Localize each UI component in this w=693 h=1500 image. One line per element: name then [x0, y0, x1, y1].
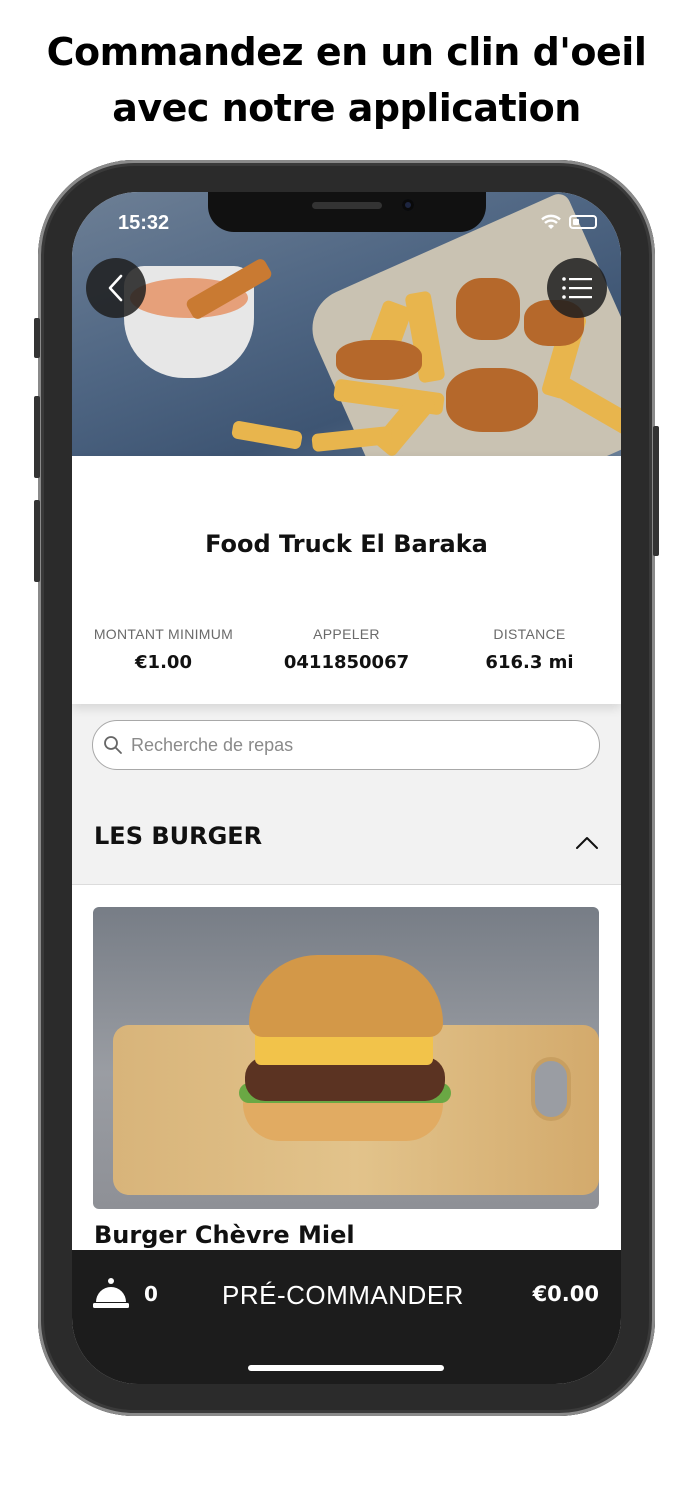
speaker [312, 202, 382, 209]
cart-count: 0 [144, 1282, 158, 1306]
promo-line-1: Commandez en un clin d'oeil [46, 30, 647, 74]
fry [230, 420, 304, 450]
stat-value: €1.00 [135, 652, 192, 673]
power-button [653, 426, 659, 556]
stat-minimum-amount: MONTANT MINIMUM €1.00 [72, 626, 255, 673]
promo-line-2: avec notre application [112, 86, 581, 130]
bottom-order-bar: 0 PRÉ-COMMANDER €0.00 [72, 1250, 621, 1384]
hero-image: 15:32 [72, 192, 621, 456]
back-button[interactable] [86, 258, 146, 318]
menu-button[interactable] [547, 258, 607, 318]
chevron-left-icon [108, 274, 123, 302]
promo-headline: Commandez en un clin d'oeil avec notre a… [0, 24, 693, 136]
category-title: LES BURGER [94, 822, 263, 850]
restaurant-stats: MONTANT MINIMUM €1.00 APPELER 0411850067… [72, 626, 621, 673]
menu-item-list: Burger Chèvre Miel [72, 885, 621, 1285]
restaurant-name: Food Truck El Baraka [205, 530, 488, 558]
stat-label: MONTANT MINIMUM [93, 626, 234, 642]
bun-top [249, 955, 443, 1037]
notch [208, 192, 486, 232]
wifi-icon [541, 214, 561, 229]
stat-call[interactable]: APPELER 0411850067 [255, 626, 438, 673]
home-indicator[interactable] [248, 1365, 444, 1371]
status-time: 15:32 [118, 212, 170, 234]
chicken-piece [446, 368, 538, 432]
hamburger-menu-icon [562, 277, 592, 299]
chicken-piece [336, 340, 422, 380]
search-bar[interactable] [92, 720, 600, 770]
burger-image[interactable] [93, 907, 599, 1209]
chevron-up-icon[interactable] [575, 836, 599, 850]
stat-label: APPELER [313, 626, 380, 642]
service-bell-icon[interactable] [92, 1276, 130, 1310]
search-icon [104, 736, 122, 754]
stat-label: DISTANCE [493, 626, 566, 642]
restaurant-info-card: Food Truck El Baraka MONTANT MINIMUM €1.… [72, 456, 621, 704]
battery-icon [569, 215, 597, 229]
camera [402, 199, 414, 211]
volume-up-button [34, 396, 40, 478]
mute-switch [34, 318, 40, 358]
board-handle [531, 1057, 571, 1121]
volume-down-button [34, 500, 40, 582]
phone-number-link[interactable]: 0411850067 [255, 652, 438, 673]
status-icons [541, 214, 597, 230]
category-header-burger[interactable]: LES BURGER [72, 800, 621, 885]
cart-total: €0.00 [532, 1282, 599, 1306]
app-screen: 15:32 Food Truck El Baraka MONTANT MINIM… [72, 192, 621, 1384]
pre-order-button[interactable]: PRÉ-COMMANDER [222, 1280, 464, 1311]
search-input[interactable] [129, 733, 573, 757]
stat-distance: DISTANCE 616.3 mi [438, 626, 621, 673]
stat-value: 616.3 mi [485, 652, 574, 673]
menu-item-name[interactable]: Burger Chèvre Miel [94, 1221, 355, 1249]
chicken-piece [456, 278, 520, 340]
